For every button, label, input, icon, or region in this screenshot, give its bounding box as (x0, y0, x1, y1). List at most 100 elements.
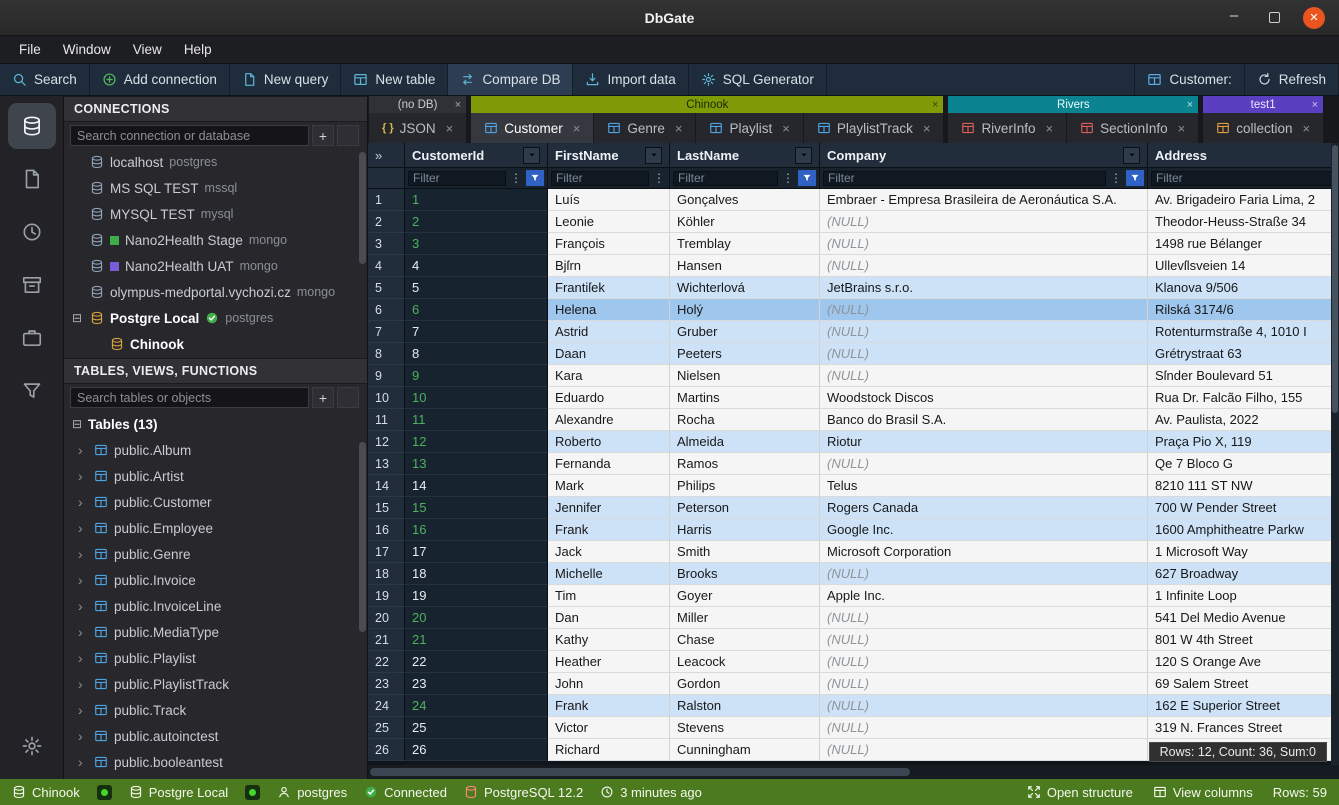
filter-menu-icon[interactable]: ⋮ (1109, 171, 1123, 185)
grid-cell[interactable]: Rua Dr. Falcão Filho, 155 (1148, 387, 1339, 409)
grid-cell[interactable]: Astrid (548, 321, 670, 343)
row-number-cell[interactable]: 24 (368, 695, 405, 717)
grid-cell[interactable]: Telus (820, 475, 1148, 497)
maximize-button[interactable] (1263, 7, 1285, 29)
toolbar-button-sql-generator[interactable]: SQL Generator (689, 64, 827, 95)
column-header-customerid[interactable]: CustomerId (405, 143, 548, 167)
settings-button[interactable] (8, 723, 56, 769)
close-icon[interactable]: × (446, 121, 454, 136)
grid-cell-customerid[interactable]: 11 (405, 409, 548, 431)
tab-collection[interactable]: collection× (1203, 113, 1323, 143)
table-row[interactable]: 88DaanPeeters(NULL)Grétrystraat 63 (368, 343, 1339, 365)
grid-cell[interactable]: Almeida (670, 431, 820, 453)
refresh-tables-button[interactable] (337, 387, 359, 408)
grid-cell[interactable]: Goyer (670, 585, 820, 607)
grid-cell[interactable]: Cunningham (670, 739, 820, 761)
grid-cell[interactable]: Frank (548, 695, 670, 717)
table-row[interactable]: 1313FernandaRamos(NULL)Qe 7 Bloco G (368, 453, 1339, 475)
filter-menu-icon[interactable]: ⋮ (781, 171, 795, 185)
grid-cell-customerid[interactable]: 5 (405, 277, 548, 299)
row-number-cell[interactable]: 14 (368, 475, 405, 497)
row-number-cell[interactable]: 8 (368, 343, 405, 365)
connections-search-input[interactable] (70, 125, 309, 146)
filter-input[interactable] (673, 171, 778, 186)
grid-cell[interactable]: Fernanda (548, 453, 670, 475)
grid-cell[interactable]: Jack (548, 541, 670, 563)
statusbar-item-status-dot[interactable] (97, 785, 112, 800)
grid-cell[interactable]: Miller (670, 607, 820, 629)
grid-cell[interactable]: (NULL) (820, 607, 1148, 629)
grid-corner-cell[interactable]: » (368, 143, 405, 167)
grid-cell[interactable]: Woodstock Discos (820, 387, 1148, 409)
tab-genre[interactable]: Genre× (594, 113, 695, 143)
tables-group-row[interactable]: Tables (13) (64, 411, 367, 437)
close-button[interactable] (1303, 7, 1325, 29)
table-row[interactable]: 2121KathyChase(NULL)801 W 4th Street (368, 629, 1339, 651)
grid-cell[interactable]: Peterson (670, 497, 820, 519)
row-number-cell[interactable]: 7 (368, 321, 405, 343)
grid-cell-customerid[interactable]: 19 (405, 585, 548, 607)
grid-cell[interactable]: Google Inc. (820, 519, 1148, 541)
scrollbar-thumb[interactable] (370, 768, 910, 776)
activity-file-icon[interactable] (8, 156, 56, 202)
grid-cell-customerid[interactable]: 2 (405, 211, 548, 233)
grid-cell[interactable]: Microsoft Corporation (820, 541, 1148, 563)
grid-cell[interactable]: 627 Broadway (1148, 563, 1339, 585)
grid-cell[interactable]: John (548, 673, 670, 695)
filter-menu-icon[interactable]: ⋮ (509, 171, 523, 185)
grid-cell[interactable]: Luís (548, 189, 670, 211)
grid-cell[interactable]: Peeters (670, 343, 820, 365)
row-number-cell[interactable]: 3 (368, 233, 405, 255)
grid-cell[interactable]: 541 Del Medio Avenue (1148, 607, 1339, 629)
grid-cell[interactable]: Tim (548, 585, 670, 607)
grid-cell-customerid[interactable]: 9 (405, 365, 548, 387)
activity-database-icon[interactable] (8, 103, 56, 149)
row-number-cell[interactable]: 23 (368, 673, 405, 695)
grid-cell[interactable]: Rilská 3174/6 (1148, 299, 1339, 321)
table-row[interactable]: 1717JackSmithMicrosoft Corporation1 Micr… (368, 541, 1339, 563)
row-number-cell[interactable]: 5 (368, 277, 405, 299)
grid-cell[interactable]: 162 E Superior Street (1148, 695, 1339, 717)
grid-cell[interactable]: Stevens (670, 717, 820, 739)
toolbar-button-import-data[interactable]: Import data (573, 64, 688, 95)
close-icon[interactable]: × (1187, 99, 1193, 111)
statusbar-item-status-dot[interactable] (245, 785, 260, 800)
table-item-public-playlist[interactable]: ›public.Playlist (64, 645, 367, 671)
column-dropdown-button[interactable] (795, 147, 812, 164)
menu-file[interactable]: File (8, 38, 52, 61)
grid-cell[interactable]: Bjſrn (548, 255, 670, 277)
grid-cell[interactable]: Gonçalves (670, 189, 820, 211)
grid-cell[interactable]: Smith (670, 541, 820, 563)
grid-cell[interactable]: Rotenturmstraße 4, 1010 I (1148, 321, 1339, 343)
row-number-cell[interactable]: 15 (368, 497, 405, 519)
grid-cell[interactable]: 700 W Pender Street (1148, 497, 1339, 519)
scrollbar-thumb[interactable] (359, 152, 366, 264)
toolbar-button-refresh[interactable]: Refresh (1245, 64, 1339, 95)
table-item-public-booleantest[interactable]: ›public.booleantest (64, 749, 367, 775)
connection-item-nano2health-stage[interactable]: Nano2Health Stagemongo (64, 227, 367, 253)
grid-cell[interactable]: Frank (548, 519, 670, 541)
row-number-cell[interactable]: 2 (368, 211, 405, 233)
statusbar-item-postgresql-12-2[interactable]: PostgreSQL 12.2 (464, 785, 583, 800)
grid-cell[interactable]: 319 N. Frances Street (1148, 717, 1339, 739)
grid-cell[interactable]: Sſnder Boulevard 51 (1148, 365, 1339, 387)
grid-cell-customerid[interactable]: 21 (405, 629, 548, 651)
grid-cell[interactable]: Riotur (820, 431, 1148, 453)
table-row[interactable]: 2020DanMiller(NULL)541 Del Medio Avenue (368, 607, 1339, 629)
table-row[interactable]: 22LeonieKöhler(NULL)Theodor-Heuss-Straße… (368, 211, 1339, 233)
toolbar-button-add-connection[interactable]: Add connection (90, 64, 230, 95)
filter-funnel-button[interactable] (1126, 170, 1144, 186)
grid-cell[interactable]: Harris (670, 519, 820, 541)
filter-input[interactable] (408, 171, 506, 186)
add-table-small-button[interactable]: + (312, 387, 334, 408)
statusbar-item-connected[interactable]: Connected (364, 785, 447, 800)
grid-cell[interactable]: Ullevſlsveien 14 (1148, 255, 1339, 277)
table-item-public-genre[interactable]: ›public.Genre (64, 541, 367, 567)
column-dropdown-button[interactable] (523, 147, 540, 164)
connections-scrollbar[interactable] (359, 152, 366, 354)
grid-cell-customerid[interactable]: 4 (405, 255, 548, 277)
grid-cell[interactable]: Ralston (670, 695, 820, 717)
row-number-cell[interactable]: 21 (368, 629, 405, 651)
grid-horizontal-scrollbar[interactable] (368, 765, 1339, 779)
grid-cell[interactable]: Dan (548, 607, 670, 629)
